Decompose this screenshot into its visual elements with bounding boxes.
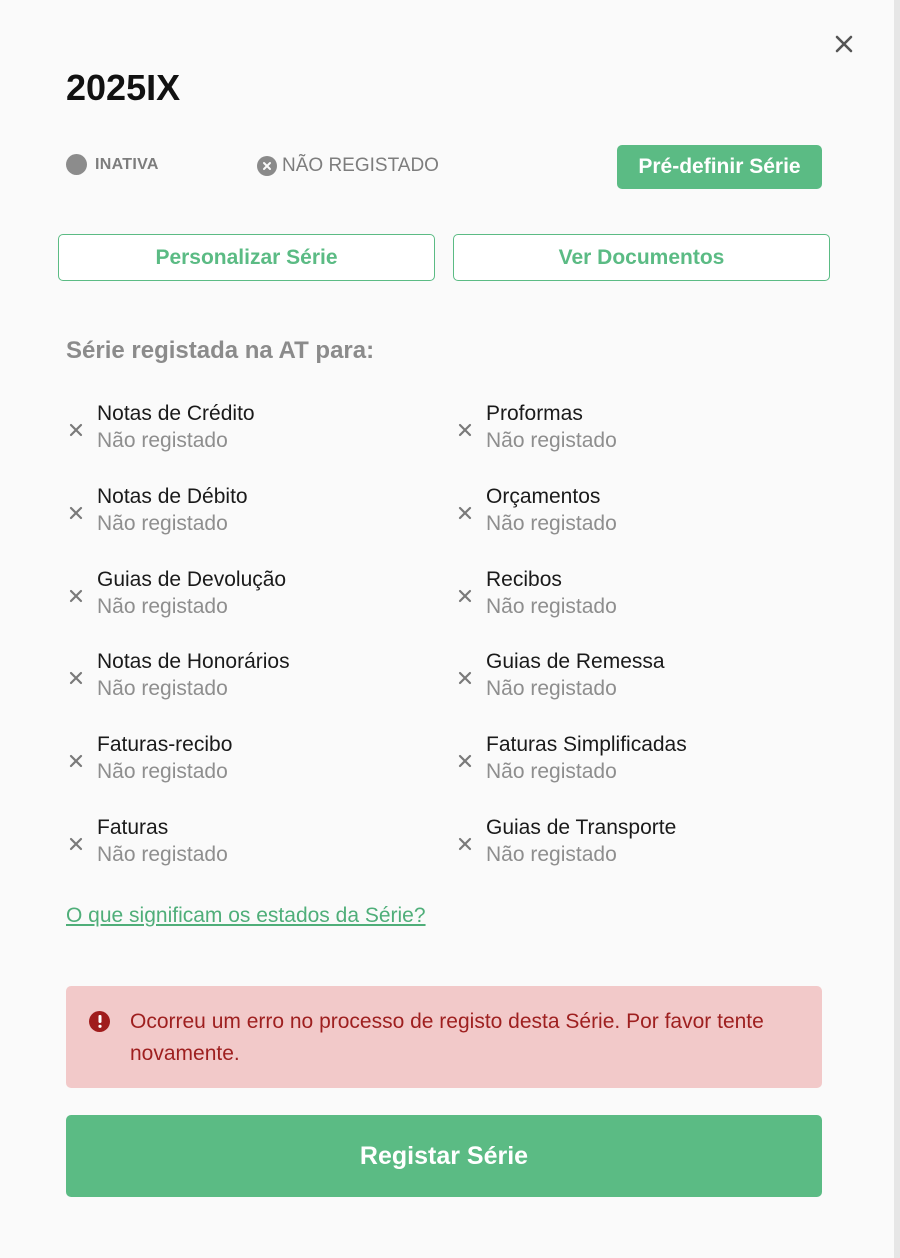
error-icon — [89, 1011, 110, 1032]
series-states-help-link[interactable]: O que significam os estados da Série? — [66, 904, 426, 928]
document-type-status: Não registado — [97, 843, 228, 866]
error-alert: Ocorreu um erro no processo de registo d… — [66, 986, 822, 1088]
document-type-name: Notas de Honorários — [97, 650, 290, 674]
document-type-status: Não registado — [97, 594, 228, 618]
not-registered-x-icon — [66, 668, 86, 688]
document-type-name: Faturas Simplificadas — [486, 733, 687, 757]
close-icon — [835, 35, 853, 53]
registration-state-label: NÃO REGISTADO — [282, 155, 439, 176]
document-type-status: Não registado — [486, 594, 617, 618]
document-type-name: Notas de Crédito — [97, 402, 255, 425]
not-registered-x-icon — [455, 834, 475, 854]
document-type-item: Guias de Transporte Não registado — [455, 814, 815, 874]
document-type-item: Faturas Simplificadas Não registado — [455, 731, 815, 791]
panel-scrollbar-edge — [894, 0, 900, 1258]
document-type-status: Não registado — [486, 760, 617, 784]
series-state: INATIVA — [66, 154, 159, 175]
not-registered-x-icon — [66, 503, 86, 523]
document-type-status: Não registado — [97, 760, 228, 784]
document-type-item: Notas de Crédito Não registado — [66, 400, 426, 460]
not-registered-x-icon — [66, 420, 86, 440]
document-type-name: Guias de Remessa — [486, 650, 665, 674]
not-registered-x-icon — [66, 586, 86, 606]
close-button[interactable] — [830, 30, 858, 58]
document-type-item: Recibos Não registado — [455, 566, 815, 626]
document-type-name: Faturas-recibo — [97, 733, 233, 757]
document-type-status: Não registado — [486, 429, 617, 452]
not-registered-x-icon — [455, 420, 475, 440]
register-series-button[interactable]: Registar Série — [66, 1115, 822, 1197]
series-panel: 2025IX INATIVA NÃO REGISTADO Pré-definir… — [0, 0, 894, 1258]
document-type-status: Não registado — [97, 429, 228, 452]
document-type-item: Proformas Não registado — [455, 400, 815, 460]
document-type-name: Notas de Débito — [97, 484, 248, 508]
view-documents-button[interactable]: Ver Documentos — [453, 234, 830, 281]
document-type-name: Orçamentos — [486, 484, 601, 508]
not-registered-x-icon — [66, 751, 86, 771]
document-type-item: Guias de Devolução Não registado — [66, 566, 426, 626]
customize-series-button[interactable]: Personalizar Série — [58, 234, 435, 281]
error-message: Ocorreu um erro no processo de registo d… — [130, 1010, 764, 1065]
document-type-item: Guias de Remessa Não registado — [455, 648, 815, 708]
section-title: Série registada na AT para: — [66, 337, 375, 364]
document-type-item: Faturas-recibo Não registado — [66, 731, 426, 791]
document-type-name: Guias de Devolução — [97, 567, 287, 591]
not-registered-x-icon — [455, 668, 475, 688]
document-type-name: Faturas — [97, 816, 169, 839]
document-type-name: Proformas — [486, 402, 583, 425]
document-type-status: Não registado — [486, 843, 617, 866]
not-registered-x-icon — [66, 834, 86, 854]
document-type-status: Não registado — [97, 677, 228, 701]
document-type-item: Orçamentos Não registado — [455, 483, 815, 543]
x-circle-icon — [257, 156, 277, 176]
document-type-item: Faturas Não registado — [66, 814, 426, 874]
page-title: 2025IX — [66, 67, 181, 108]
not-registered-x-icon — [455, 586, 475, 606]
document-type-item: Notas de Débito Não registado — [66, 483, 426, 543]
document-type-status: Não registado — [486, 677, 617, 701]
document-type-status: Não registado — [97, 511, 228, 535]
registration-state: NÃO REGISTADO — [257, 155, 439, 177]
document-type-item: Notas de Honorários Não registado — [66, 648, 426, 708]
not-registered-x-icon — [455, 503, 475, 523]
not-registered-x-icon — [455, 751, 475, 771]
predefine-series-button[interactable]: Pré-definir Série — [617, 145, 822, 189]
document-type-status: Não registado — [486, 511, 617, 535]
document-type-name: Recibos — [486, 567, 562, 591]
document-type-name: Guias de Transporte — [486, 816, 677, 839]
inactive-dot-icon — [66, 154, 87, 175]
series-state-label: INATIVA — [95, 155, 159, 173]
